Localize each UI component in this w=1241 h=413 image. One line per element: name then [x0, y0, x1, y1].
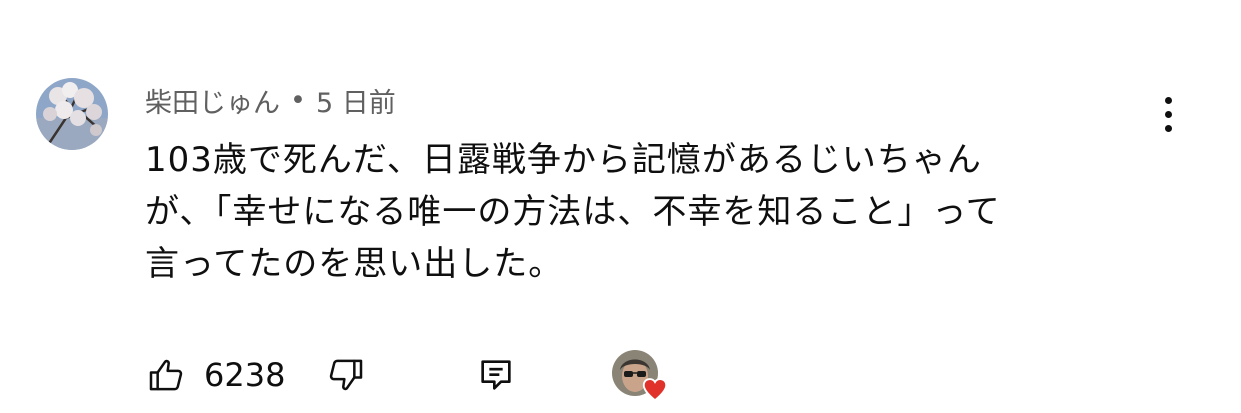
heart-icon: [642, 378, 668, 402]
like-button[interactable]: [146, 350, 186, 400]
thumbs-up-icon: [149, 359, 183, 391]
more-actions-button[interactable]: [1150, 92, 1186, 136]
comment-actions: 6238: [146, 350, 706, 402]
reply-button[interactable]: [476, 350, 516, 400]
creator-heart-badge[interactable]: [612, 350, 672, 406]
author-name[interactable]: 柴田じゅん: [145, 81, 280, 120]
more-vertical-icon: [1164, 96, 1172, 104]
cherry-blossom-avatar: [36, 78, 108, 150]
comment-text: 103歳で死んだ、日露戦争から記憶があるじいちゃん が、「幸せになる唯一の方法は…: [145, 140, 1001, 284]
author-avatar[interactable]: [36, 78, 108, 150]
separator-dot: •: [290, 84, 306, 116]
reply-comment-icon: [481, 360, 511, 390]
comment-header: 柴田じゅん • 5 日前: [145, 80, 396, 120]
comment-time[interactable]: 5 日前: [316, 81, 396, 120]
dislike-button[interactable]: [326, 350, 366, 400]
thumbs-down-icon: [329, 359, 363, 391]
like-count: 6238: [204, 356, 286, 394]
